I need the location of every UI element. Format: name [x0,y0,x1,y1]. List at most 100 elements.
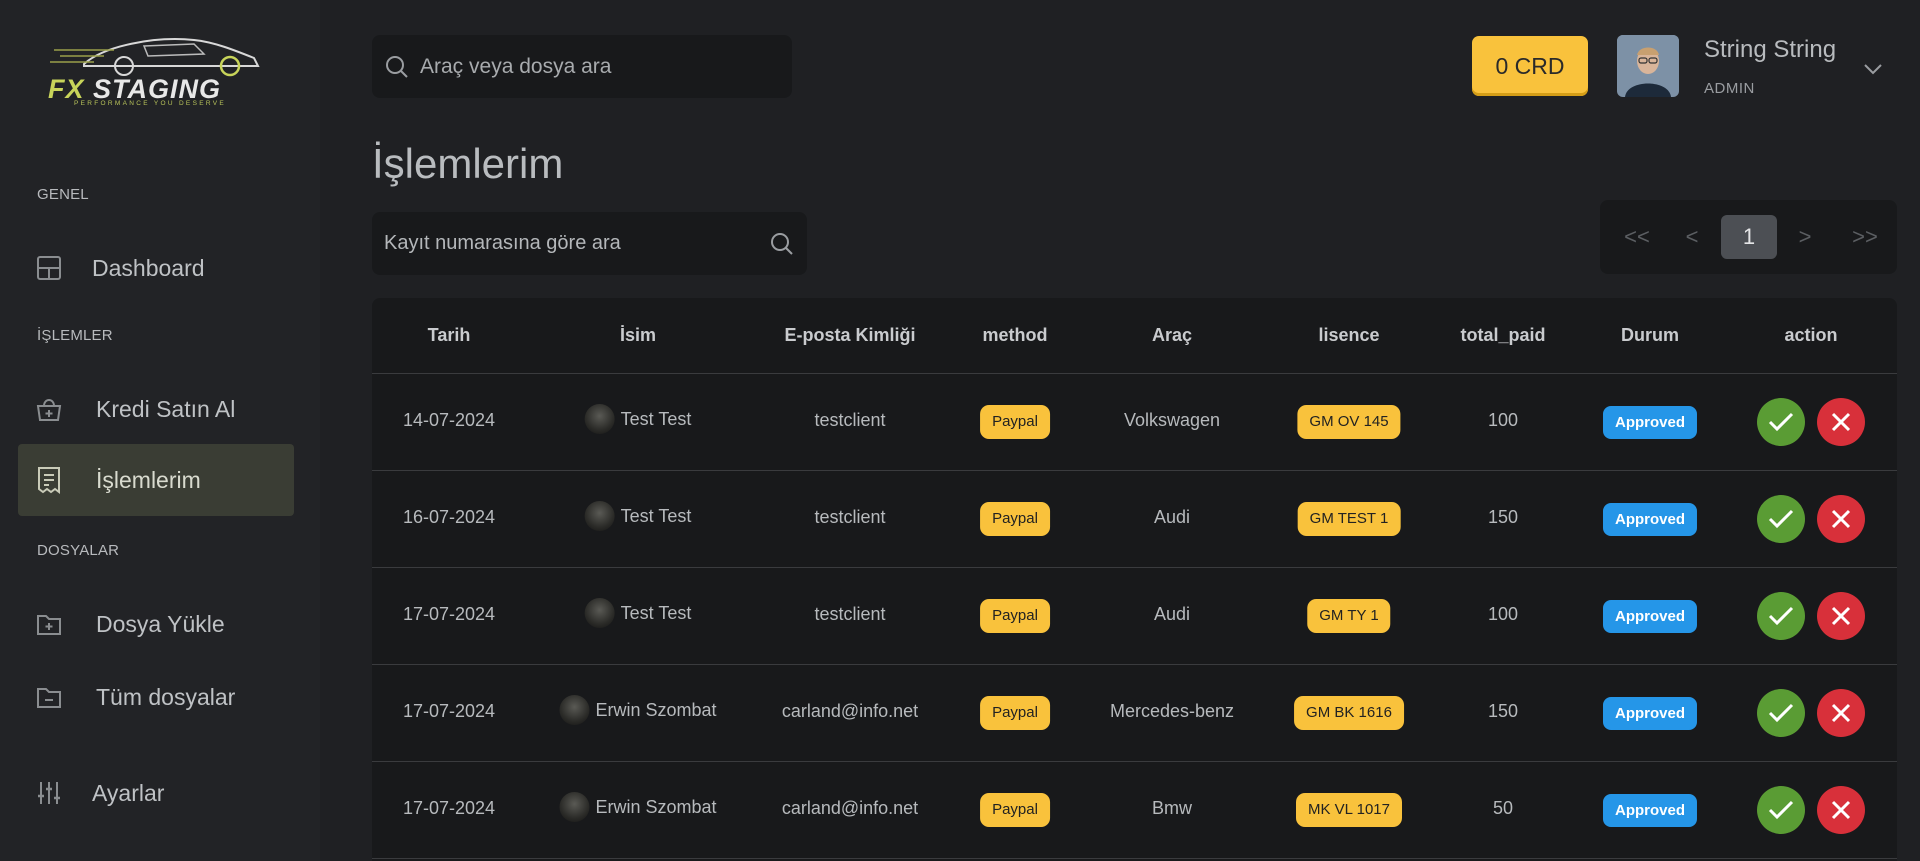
cell-date: 17-07-2024 [402,604,496,624]
license-badge: GM BK 1616 [1294,696,1404,730]
close-icon [1831,412,1851,432]
bag-plus-icon [32,392,66,426]
close-icon [1831,800,1851,820]
column-header-method: method [982,325,1048,345]
pagination-page-1[interactable]: 1 [1721,215,1777,259]
grid-icon [32,251,66,285]
reject-button[interactable] [1817,592,1865,640]
check-icon [1768,509,1794,529]
pagination-last-button[interactable]: >> [1850,215,1880,259]
section-label-genel: GENEL [37,186,89,203]
reject-button[interactable] [1817,495,1865,543]
cell-email: testclient [814,410,886,430]
cell-date: 16-07-2024 [402,507,496,527]
avatar [559,695,590,725]
sidebar-item-label: Dashboard [92,254,205,281]
license-badge: MK VL 1017 [1296,793,1402,827]
status-badge: Approved [1602,794,1698,827]
pagination-next-button[interactable]: > [1793,215,1817,259]
transactions-table: Tarih İsim E-posta Kimliği method Araç l… [372,298,1897,861]
section-label-islemler: İŞLEMLER [37,327,113,344]
method-badge: Paypal [980,696,1050,730]
credits-button[interactable]: 0 CRD [1472,36,1588,96]
avatar [559,792,590,822]
check-icon [1768,606,1794,626]
cell-name: Test Test [584,598,691,628]
table-row[interactable]: 17-07-2024 Erwin Szombat carland@info.ne… [372,665,1897,762]
close-icon [1831,509,1851,529]
status-badge: Approved [1602,697,1698,730]
pagination-first-button[interactable]: << [1622,215,1652,259]
sidebar-item-kredi[interactable]: Kredi Satın Al [18,373,294,445]
cell-total-paid: 100 [1487,604,1519,624]
cell-name: Erwin Szombat [559,792,717,822]
column-header-total-paid: total_paid [1460,325,1546,345]
column-header-name: İsim [619,325,657,345]
sidebar-item-dashboard[interactable]: Dashboard [18,232,294,304]
table-row[interactable]: 14-07-2024 Test Test testclient Paypal V… [372,374,1897,471]
cell-email: testclient [814,507,886,527]
approve-button[interactable] [1757,398,1805,446]
sidebar-item-label: Kredi Satın Al [96,395,236,422]
pagination: << < 1 > >> [1600,200,1897,274]
reject-button[interactable] [1817,786,1865,834]
cell-date: 17-07-2024 [402,798,496,818]
cell-total-paid: 150 [1487,507,1519,527]
pagination-prev-button[interactable]: < [1680,215,1704,259]
global-search-placeholder: Araç veya dosya ara [420,54,612,78]
reject-button[interactable] [1817,689,1865,737]
cell-email: carland@info.net [781,701,919,721]
check-icon [1768,412,1794,432]
cell-date: 14-07-2024 [402,410,496,430]
status-badge: Approved [1602,600,1698,633]
user-name[interactable]: String String [1704,36,1836,64]
license-badge: GM TEST 1 [1297,502,1401,536]
check-icon [1768,800,1794,820]
global-search-input[interactable]: Araç veya dosya ara [372,35,792,98]
sidebar-item-dosya-yukle[interactable]: Dosya Yükle [18,588,294,660]
section-label-dosyalar: DOSYALAR [37,542,120,559]
table-row[interactable]: 16-07-2024 Test Test testclient Paypal A… [372,471,1897,568]
search-icon[interactable] [769,231,795,257]
sidebar-item-ayarlar[interactable]: Ayarlar [18,757,294,829]
cell-name: Test Test [584,404,691,434]
table-row[interactable]: 17-07-2024 Erwin Szombat carland@info.ne… [372,762,1897,859]
records-search-placeholder: Kayıt numarasına göre ara [384,232,621,254]
cell-name: Test Test [584,501,691,531]
approve-button[interactable] [1757,786,1805,834]
table-row[interactable]: 17-07-2024 Test Test testclient Paypal A… [372,568,1897,665]
column-header-status: Durum [1621,325,1679,345]
cell-total-paid: 100 [1487,410,1519,430]
cell-vehicle: Bmw [1152,798,1192,818]
avatar [584,501,615,531]
chevron-down-icon[interactable] [1862,58,1884,80]
close-icon [1831,606,1851,626]
search-icon [384,54,410,80]
check-icon [1768,703,1794,723]
sidebar-item-label: İşlemlerim [96,466,201,493]
logo-tagline: PERFORMANCE YOU DESERVE [74,100,226,107]
brand-logo[interactable]: FX STAGING PERFORMANCE YOU DESERVE [44,32,280,110]
records-search-input[interactable]: Kayıt numarasına göre ara [372,212,807,275]
folder-minus-icon [32,680,66,714]
reject-button[interactable] [1817,398,1865,446]
sidebar-item-label: Tüm dosyalar [96,683,236,710]
sidebar-item-tum-dosyalar[interactable]: Tüm dosyalar [18,661,294,733]
avatar[interactable] [1617,35,1679,97]
license-badge: GM TY 1 [1307,599,1391,633]
approve-button[interactable] [1757,495,1805,543]
sidebar-item-label: Ayarlar [92,779,165,806]
cell-email: carland@info.net [781,798,919,818]
sidebar-item-label: Dosya Yükle [96,610,225,637]
approve-button[interactable] [1757,689,1805,737]
cell-date: 17-07-2024 [402,701,496,721]
status-badge: Approved [1602,503,1698,536]
column-header-date: Tarih [427,325,471,345]
close-icon [1831,703,1851,723]
folder-plus-icon [32,607,66,641]
column-header-action: action [1784,325,1838,345]
method-badge: Paypal [980,599,1050,633]
sidebar-item-islemlerim[interactable]: İşlemlerim [18,444,294,516]
cell-vehicle: Audi [1153,507,1191,527]
approve-button[interactable] [1757,592,1805,640]
